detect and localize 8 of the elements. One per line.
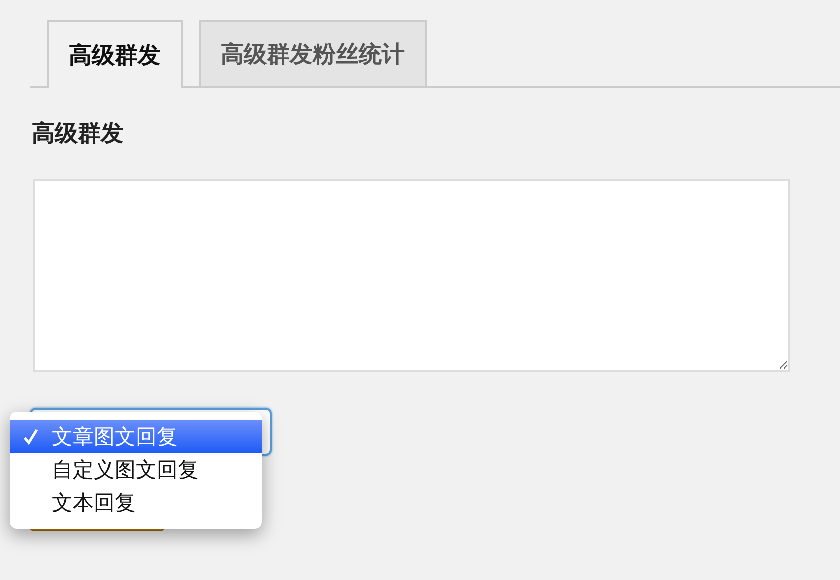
tab[interactable]: 高级群发 bbox=[47, 20, 183, 88]
menu-option[interactable]: 文章图文回复 bbox=[10, 420, 262, 453]
menu-option[interactable]: 文本回复 bbox=[10, 486, 262, 519]
tab[interactable]: 高级群发粉丝统计 bbox=[199, 20, 427, 86]
section-heading: 高级群发 bbox=[32, 120, 124, 149]
message-field[interactable] bbox=[33, 179, 790, 372]
menu-option[interactable]: 自定义图文回复 bbox=[10, 453, 262, 486]
check-icon bbox=[24, 428, 38, 444]
